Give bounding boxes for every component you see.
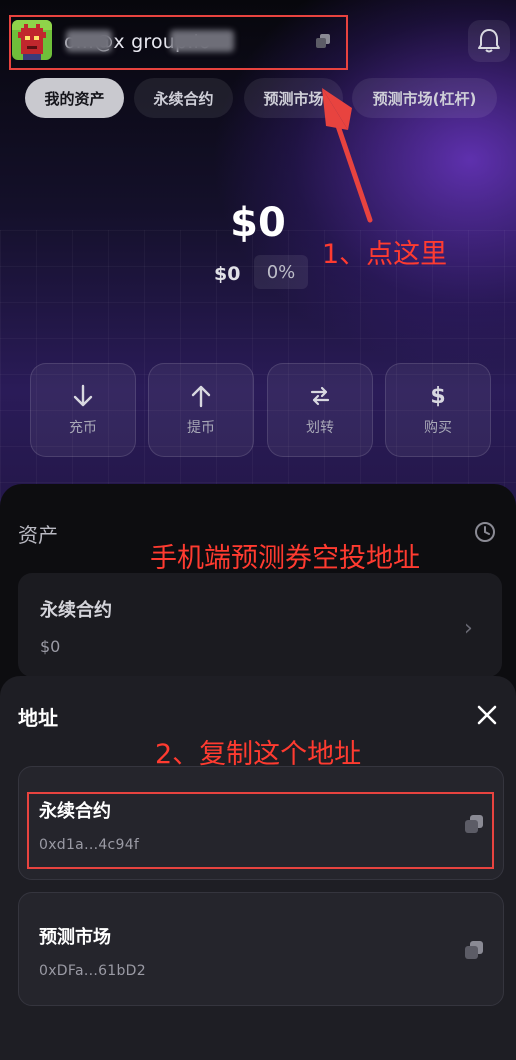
annotation-box-address: [27, 792, 494, 869]
balance-change-percent: 0%: [254, 255, 308, 289]
buy-button[interactable]: $ 购买: [385, 363, 491, 457]
dollar-icon: $: [430, 383, 446, 409]
address-value: 0xDFa...61bD2: [39, 963, 146, 979]
asset-card-name: 永续合约: [40, 600, 112, 621]
copy-icon[interactable]: [463, 939, 485, 961]
balance-change-amount: $0: [214, 263, 241, 285]
notification-button[interactable]: [468, 20, 510, 62]
deposit-button[interactable]: 充币: [30, 363, 136, 457]
bell-icon: [478, 29, 500, 53]
transfer-icon: [307, 383, 333, 409]
annotation-box-account: [9, 15, 348, 70]
annotation-arrow: [322, 88, 373, 223]
tab-my-assets[interactable]: 我的资产: [25, 78, 124, 118]
tab-perpetual[interactable]: 永续合约: [134, 78, 233, 118]
annotation-step2: 2、复制这个地址: [155, 739, 362, 770]
withdraw-button[interactable]: 提币: [148, 363, 254, 457]
close-icon[interactable]: [474, 702, 500, 728]
transfer-button[interactable]: 划转: [267, 363, 373, 457]
buy-label: 购买: [424, 420, 452, 436]
withdraw-label: 提币: [187, 420, 215, 436]
deposit-label: 充币: [69, 420, 97, 436]
asset-card-value: $0: [40, 637, 61, 656]
arrow-up-icon: [188, 383, 214, 409]
assets-title: 资产: [18, 523, 58, 547]
address-card-name: 预测市场: [39, 927, 111, 948]
sheet-title: 地址: [18, 706, 58, 730]
annotation-step1: 1、点这里: [322, 239, 448, 270]
asset-card-perpetual[interactable]: 永续合约 $0 ›: [18, 573, 502, 677]
transfer-label: 划转: [306, 420, 334, 436]
annotation-heading: 手机端预测券空投地址: [150, 543, 420, 574]
arrow-down-icon: [70, 383, 96, 409]
address-card-prediction[interactable]: 预测市场 0xDFa...61bD2: [18, 892, 504, 1006]
history-clock-icon[interactable]: [474, 521, 496, 543]
chevron-right-icon: ›: [464, 616, 473, 641]
